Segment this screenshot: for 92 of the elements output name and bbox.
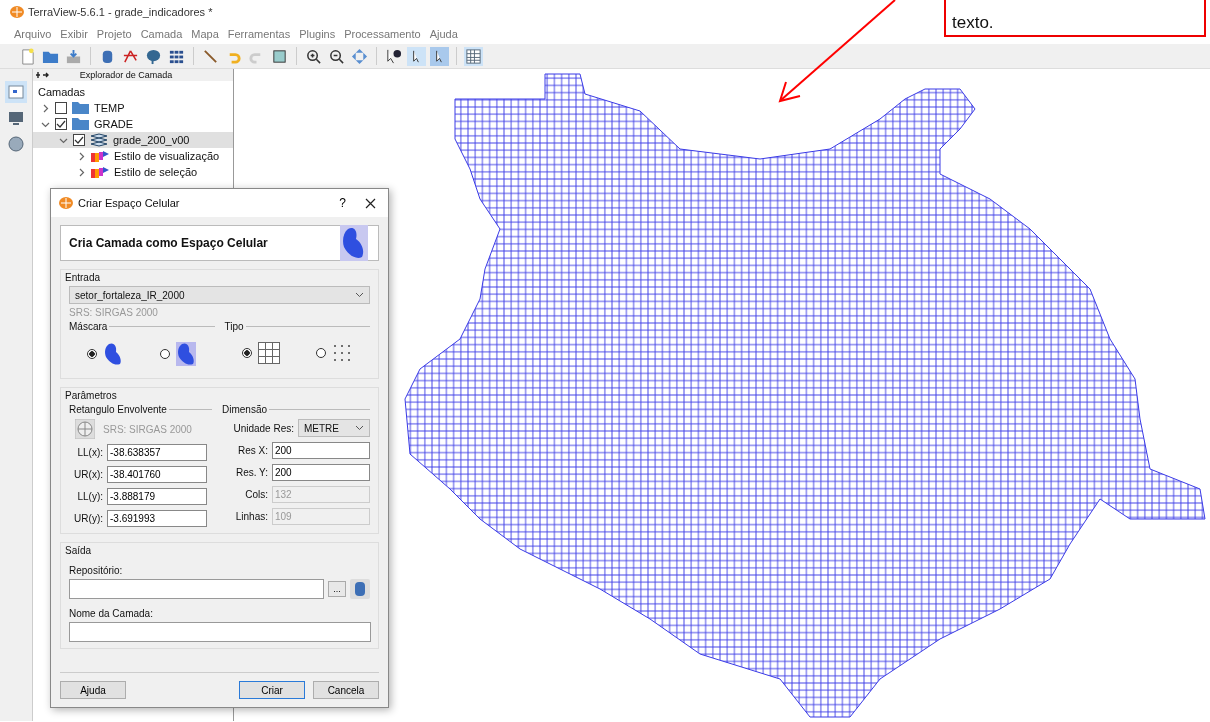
srs-label: SRS: SIRGAS 2000: [103, 423, 192, 435]
dialog-button[interactable]: Criar: [239, 681, 305, 699]
dot-grid-icon: [332, 343, 353, 363]
repository-field[interactable]: [69, 579, 324, 599]
section-label: Tipo: [224, 321, 244, 332]
grid-cells-icon: [258, 342, 281, 364]
field-label: Nome da Camada:: [69, 607, 154, 619]
caret-icon: [355, 292, 364, 298]
folder-icon: [72, 102, 89, 114]
coordinate-field[interactable]: -3.691993: [107, 509, 207, 527]
field-label: Repositório:: [69, 564, 124, 576]
header-title: Cria Camada como Espaço Celular: [69, 236, 268, 250]
field-label: LL(y):: [76, 490, 103, 502]
tree-item[interactable]: Estilo de visualização: [33, 148, 233, 164]
chevron-icon[interactable]: [41, 103, 50, 113]
app-logo-icon: [59, 197, 73, 209]
globe-icon[interactable]: [5, 133, 27, 155]
tree-label: GRADE: [94, 118, 134, 130]
radio-button[interactable]: [242, 348, 253, 358]
menu-item[interactable]: Projeto: [96, 28, 132, 40]
unit-dropdown[interactable]: METRE: [298, 419, 370, 437]
menu-item[interactable]: Mapa: [191, 28, 219, 40]
tree-root: Camadas: [37, 85, 87, 100]
section-label: Dimensão: [222, 404, 268, 415]
section-label: Retangulo Envolvente: [69, 404, 167, 415]
checkbox[interactable]: [55, 102, 67, 114]
annotation-text: texto.: [952, 13, 994, 33]
section-label: Máscara: [69, 321, 108, 332]
tree-label: grade_200_v00: [113, 134, 190, 146]
coordinate-field[interactable]: -38.401760: [107, 465, 207, 483]
browse-button[interactable]: ...: [328, 581, 346, 597]
tree-item[interactable]: GRADE: [33, 116, 233, 132]
cell-space-icon: [340, 225, 368, 261]
folder-icon: [72, 118, 89, 130]
tree-item[interactable]: Estilo de seleção: [33, 164, 233, 180]
menu-item[interactable]: Exibir: [60, 28, 88, 40]
palette-icon: [91, 165, 109, 179]
tree-item[interactable]: TEMP: [33, 100, 233, 116]
gridded-shape-icon: [176, 342, 197, 366]
menu-item[interactable]: Arquivo: [14, 28, 52, 40]
layer-name-field[interactable]: [69, 622, 371, 642]
app-logo-icon: [10, 6, 24, 18]
stacked-layers-icon: [90, 133, 108, 147]
pin-icon[interactable]: [35, 71, 49, 79]
dialog-button[interactable]: Cancela: [313, 681, 379, 699]
chevron-icon[interactable]: [77, 151, 86, 161]
field-label: UR(x):: [73, 468, 103, 480]
palette-icon: [91, 149, 109, 163]
dimension-field[interactable]: 200: [272, 441, 370, 459]
tree-label: TEMP: [94, 102, 125, 114]
field-label: Unidade Res:: [233, 422, 294, 434]
caret-icon: [355, 425, 364, 431]
group-title: Parâmetros: [65, 390, 118, 401]
radio-button[interactable]: [316, 348, 327, 358]
field-label: UR(y):: [73, 512, 103, 524]
table-icon[interactable]: [464, 46, 483, 66]
radio-button[interactable]: [87, 349, 98, 359]
tree-label: Estilo de visualização: [114, 150, 220, 162]
group-title: Saída: [65, 545, 93, 556]
dimension-field[interactable]: 200: [272, 463, 370, 481]
pointer-icon[interactable]: [407, 46, 426, 66]
tree-label: Estilo de seleção: [114, 166, 198, 178]
help-button[interactable]: ?: [325, 196, 360, 210]
database-icon[interactable]: [350, 579, 370, 599]
dialog-title: Criar Espaço Celular: [78, 197, 181, 209]
layers-tab-icon[interactable]: [5, 81, 27, 103]
radio-button[interactable]: [160, 349, 171, 359]
pointer-select-icon[interactable]: [430, 46, 449, 66]
menu-item[interactable]: Camada: [140, 28, 183, 40]
blob-shape-icon: [103, 342, 124, 366]
checkbox[interactable]: [55, 118, 67, 130]
field-label: LL(x):: [76, 446, 103, 458]
chevron-icon[interactable]: [77, 167, 86, 177]
menu-item[interactable]: Ajuda: [429, 28, 458, 40]
field-label: Cols:: [244, 488, 268, 500]
field-label: Res X:: [237, 444, 268, 456]
window-title: TerraView-5.6.1 - grade_indicadores *: [28, 6, 213, 18]
field-label: Linhas:: [234, 510, 268, 522]
field-label: Res. Y:: [234, 466, 268, 478]
dialog-button[interactable]: Ajuda: [60, 681, 126, 699]
checkbox[interactable]: [73, 134, 85, 146]
srs-label: SRS: SIRGAS 2000: [69, 307, 159, 318]
coordinate-field[interactable]: -3.888179: [107, 487, 207, 505]
coordinate-field[interactable]: -38.638357: [107, 443, 207, 461]
layer-dropdown[interactable]: setor_fortaleza_IR_2000: [69, 286, 370, 304]
close-icon[interactable]: [365, 197, 376, 209]
menu-item[interactable]: Ferramentas: [227, 28, 291, 40]
menu-item[interactable]: Plugins: [299, 28, 336, 40]
menu-item[interactable]: Processamento: [344, 28, 421, 40]
panel-title: Explorador de Camada: [78, 70, 174, 80]
group-title: Entrada: [65, 272, 102, 283]
tree-item[interactable]: grade_200_v00: [33, 132, 233, 148]
